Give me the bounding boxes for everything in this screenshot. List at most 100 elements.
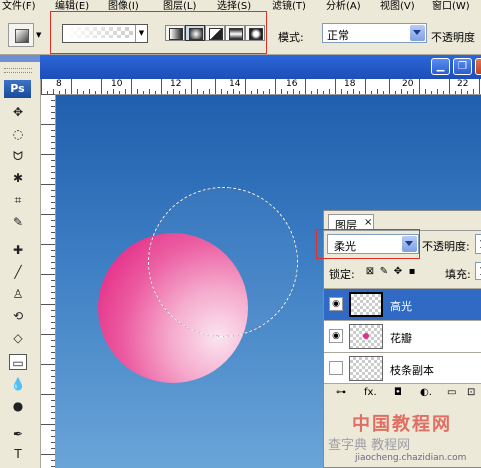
ruler-tick — [191, 79, 192, 94]
menu-file[interactable]: 文件(F) — [2, 0, 36, 11]
ruler-tick — [215, 79, 216, 94]
layer-thumbnail — [349, 356, 383, 381]
ruler-tick — [287, 91, 288, 94]
layer-row[interactable]: ◉ 高光 — [324, 288, 481, 320]
eye-icon[interactable] — [329, 361, 343, 375]
link-icon[interactable]: ⊶ — [336, 387, 346, 398]
adjustment-icon[interactable]: ◐. — [420, 387, 432, 398]
highlight-box — [316, 229, 420, 259]
opacity-field[interactable]: 1 — [475, 234, 481, 254]
eraser-tool-icon[interactable]: ◇ — [9, 330, 27, 346]
menu-image[interactable]: 图像(I) — [108, 0, 139, 11]
healing-brush-icon[interactable]: ✚ — [9, 242, 27, 258]
ruler-tick — [245, 79, 246, 94]
mode-select[interactable]: 正常 — [322, 23, 427, 43]
history-brush-icon[interactable]: ⟲ — [9, 308, 27, 324]
menu-view[interactable]: 视图(V) — [380, 0, 415, 11]
tool-preset-picker[interactable] — [8, 23, 34, 47]
new-layer-icon[interactable]: ⊡ — [467, 387, 475, 398]
ruler-tick — [143, 91, 144, 94]
lock-position-icon[interactable]: ✥ — [393, 266, 403, 277]
ruler-tick — [51, 298, 55, 299]
pen-tool-icon[interactable]: ✒ — [9, 426, 27, 442]
ruler-tick — [323, 91, 324, 94]
ruler-tick — [209, 89, 210, 94]
ruler-tick — [41, 214, 55, 215]
chevron-down-icon[interactable] — [410, 25, 425, 41]
layer-name: 枝条副本 — [390, 364, 434, 377]
fill-field[interactable]: 1 — [475, 262, 481, 280]
menu-analysis[interactable]: 分析(A) — [326, 0, 361, 11]
ruler-tick — [51, 310, 55, 311]
menu-layer[interactable]: 图层(L) — [163, 0, 196, 11]
slice-tool-icon[interactable]: ✎ — [9, 214, 27, 230]
group-icon[interactable]: ▭ — [447, 387, 456, 398]
fx-icon[interactable]: fx. — [364, 387, 377, 398]
horizontal-ruler: 8 10 12 14 16 18 20 22 — [41, 79, 481, 95]
restore-icon[interactable]: ❐ — [453, 58, 472, 75]
brush-tool-icon[interactable]: ╱ — [9, 264, 27, 280]
chevron-down-icon[interactable]: ▼ — [135, 25, 147, 42]
ruler-tick — [51, 178, 55, 179]
panel-grip[interactable] — [4, 68, 32, 73]
ruler-tick — [51, 160, 55, 161]
lock-label: 锁定: — [329, 268, 355, 281]
lock-image-icon[interactable]: ✎ — [379, 266, 389, 277]
close-icon[interactable]: × — [364, 217, 372, 228]
blur-tool-icon[interactable]: 💧 — [9, 376, 27, 392]
ruler-tick — [335, 79, 336, 94]
options-bar: ▼ ▼ 模式: 正常 不透明度 — [0, 11, 481, 55]
ruler-tick — [41, 124, 55, 125]
ruler-tick — [77, 89, 78, 94]
reflected-gradient-button[interactable] — [225, 25, 245, 41]
crop-tool-icon[interactable]: ⌗ — [9, 192, 27, 208]
diamond-gradient-button[interactable] — [245, 25, 265, 41]
ruler-tick — [51, 448, 55, 449]
eye-icon[interactable]: ◉ — [329, 329, 343, 343]
ruler-tick — [377, 89, 378, 94]
ruler-tick — [51, 112, 55, 113]
lock-transparent-icon[interactable]: ⊠ — [365, 266, 375, 277]
ruler-tick — [299, 91, 300, 94]
stamp-tool-icon[interactable]: ♙ — [9, 286, 27, 302]
menu-window[interactable]: 窗口(W) — [432, 0, 470, 11]
dodge-tool-icon[interactable]: ● — [9, 398, 27, 414]
ruler-tick — [353, 89, 354, 94]
document-titlebar[interactable]: ▁ ❐ ✕ — [40, 55, 481, 79]
ruler-tick — [173, 89, 174, 94]
gradient-picker[interactable]: ▼ — [62, 24, 148, 43]
layer-name: 高光 — [390, 300, 412, 313]
radial-gradient-button[interactable] — [185, 25, 205, 41]
linear-gradient-button[interactable] — [165, 25, 185, 41]
menu-edit[interactable]: 编辑(E) — [55, 0, 89, 11]
ruler-tick — [51, 292, 55, 293]
move-tool-icon[interactable]: ✥ — [9, 104, 27, 120]
lasso-tool-icon[interactable]: ᗢ — [9, 148, 27, 164]
lock-all-icon[interactable]: ▪ — [407, 266, 417, 277]
type-tool-icon[interactable]: T — [9, 446, 27, 462]
layer-row[interactable]: ◉ 花瓣 — [324, 320, 481, 352]
ruler-tick — [281, 89, 282, 94]
ps-logo[interactable]: Ps — [4, 80, 31, 98]
menu-select[interactable]: 选择(S) — [217, 0, 251, 11]
close-icon[interactable]: ✕ — [475, 58, 481, 75]
ruler-tick — [461, 89, 462, 94]
mask-icon[interactable]: ◘ — [394, 387, 402, 398]
angle-gradient-button[interactable] — [205, 25, 225, 41]
ruler-tick — [449, 79, 450, 94]
eye-icon[interactable]: ◉ — [329, 297, 343, 311]
minimize-icon[interactable]: ▁ — [431, 58, 450, 75]
magic-wand-icon[interactable]: ✱ — [9, 170, 27, 186]
gradient-swatch[interactable] — [65, 27, 133, 38]
ruler-tick — [59, 91, 60, 94]
watermark-subtitle: 查字典 教程网 — [328, 438, 411, 453]
ruler-tick — [41, 184, 55, 185]
ruler-tick — [51, 166, 55, 167]
ruler-tick — [365, 79, 366, 94]
menu-filter[interactable]: 滤镜(T) — [272, 0, 306, 11]
ruler-tick — [41, 79, 42, 94]
marquee-tool-icon[interactable]: ◌ — [9, 126, 27, 142]
gradient-tool-icon[interactable]: ▭ — [9, 354, 27, 370]
layer-row[interactable]: 枝条副本 — [324, 352, 481, 384]
chevron-down-icon[interactable]: ▼ — [36, 31, 41, 39]
